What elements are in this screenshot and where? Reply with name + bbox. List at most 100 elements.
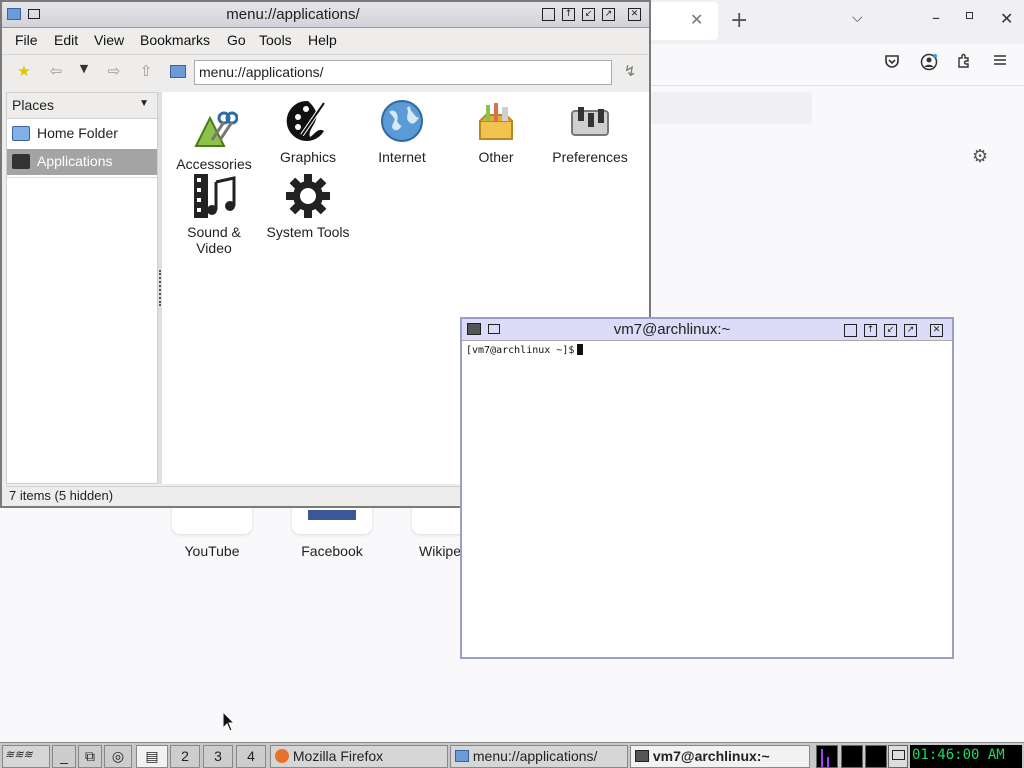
terminal-output[interactable]: [vm7@archlinux ~]$ (466, 343, 948, 653)
clock[interactable]: 01:46:00 AM (910, 745, 1022, 768)
facebook-logo-icon (308, 510, 356, 520)
task-file-manager[interactable]: menu://applications/ (450, 745, 628, 768)
text-cursor (577, 344, 584, 355)
home-folder-icon (12, 126, 30, 141)
maximize-icon[interactable]: ↗ (904, 324, 917, 337)
app-folder-accessories[interactable]: Accessories (167, 104, 261, 172)
menu-go[interactable]: Go (227, 32, 246, 48)
app-folder-preferences[interactable]: Preferences (543, 97, 637, 165)
menu-bar: File Edit View Bookmarks Go Tools Help (2, 28, 649, 53)
accessories-icon (194, 111, 238, 147)
app-folder-sound-video[interactable]: Sound & Video (167, 172, 261, 256)
app-label: Internet (378, 149, 426, 165)
desktop-pager-1-icon[interactable]: ▤ (136, 745, 168, 768)
terminal-window: vm7@archlinux:~ ↑ ↙ ↗ ✕ [vm7@archlinux ~… (460, 317, 954, 659)
app-label: Other (478, 149, 514, 165)
place-home-folder[interactable]: Home Folder (7, 121, 157, 147)
maximize-icon[interactable]: ↗ (602, 8, 615, 21)
graphics-icon (286, 100, 326, 141)
app-folder-internet[interactable]: Internet (355, 97, 449, 165)
list-tabs-chevron-icon[interactable]: ⌵ (852, 10, 863, 26)
close-icon[interactable]: ✕ (628, 8, 641, 21)
firefox-icon (275, 749, 289, 763)
window-maximize-icon[interactable] (966, 12, 973, 19)
extensions-icon[interactable] (953, 53, 975, 75)
iconify-icon[interactable]: ↙ (884, 324, 897, 337)
places-header-label: Places (12, 97, 55, 113)
app-folder-other[interactable]: Other (449, 97, 543, 165)
forward-icon[interactable]: ⇨ (104, 62, 124, 82)
top-site-label: Facebook (301, 543, 363, 559)
task-firefox[interactable]: Mozilla Firefox (270, 745, 448, 768)
firefox-tab[interactable] (648, 2, 718, 40)
minimize-all-icon[interactable]: _ (52, 745, 76, 768)
place-label: Home Folder (37, 125, 118, 141)
app-label: Preferences (552, 149, 628, 165)
system-tools-icon (286, 174, 330, 218)
memory-monitor-icon (841, 745, 863, 768)
location-input[interactable]: menu://applications/ (194, 60, 612, 85)
menu-view[interactable]: View (94, 32, 124, 48)
task-terminal[interactable]: vm7@archlinux:~ (630, 745, 810, 768)
app-label-line2: Video (196, 240, 232, 256)
menu-bookmarks[interactable]: Bookmarks (140, 32, 210, 48)
start-menu-icon[interactable]: ≋≋≋ (2, 745, 50, 768)
top-site-label: YouTube (184, 543, 240, 559)
window-close-icon[interactable]: ✕ (1000, 9, 1013, 28)
always-on-top-icon[interactable]: ↑ (562, 8, 575, 21)
app-folder-system-tools[interactable]: System Tools (261, 172, 355, 240)
pane-resize-handle[interactable] (159, 270, 161, 306)
fullscreen-icon[interactable] (542, 8, 555, 21)
menu-edit[interactable]: Edit (54, 32, 78, 48)
place-label: Applications (37, 153, 113, 169)
iconify-icon[interactable]: ↙ (582, 8, 595, 21)
menu-icon[interactable] (989, 53, 1011, 75)
mouse-pointer-icon (222, 711, 236, 732)
firefox-launcher-icon[interactable]: ◎ (104, 745, 132, 768)
window-minimize-icon[interactable]: – (932, 8, 940, 27)
pocket-icon[interactable] (881, 53, 903, 75)
tab-close-icon[interactable]: ✕ (690, 10, 703, 29)
task-label: menu://applications/ (472, 748, 598, 764)
desktop-3[interactable]: 3 (203, 745, 233, 768)
file-manager-titlebar[interactable]: menu://applications/ ↑ ↙ ↗ ✕ (2, 2, 649, 28)
back-icon[interactable]: ⇦ (46, 62, 66, 82)
taskbar: ≋≋≋ _ ⧉ ◎ ▤ 2 3 4 Mozilla Firefox menu:/… (0, 742, 1024, 768)
menu-help[interactable]: Help (308, 32, 337, 48)
account-icon[interactable] (918, 53, 940, 75)
shell-prompt: [vm7@archlinux ~]$ (466, 345, 575, 356)
settings-gear-icon[interactable]: ⚙ (972, 146, 988, 167)
history-dropdown-icon[interactable]: ▼ (74, 62, 94, 82)
menu-file[interactable]: File (15, 32, 38, 48)
folder-icon (455, 750, 469, 762)
desktop-2[interactable]: 2 (170, 745, 200, 768)
fullscreen-icon[interactable] (844, 324, 857, 337)
places-header[interactable]: Places ▼ (7, 93, 157, 119)
app-label: Graphics (279, 149, 337, 165)
app-label: Sound & (187, 224, 241, 240)
network-monitor-icon (865, 745, 887, 768)
firefox-urlbar[interactable] (650, 92, 812, 124)
sound-video-icon (194, 174, 236, 218)
new-tab-star-icon[interactable]: ★ (14, 62, 34, 82)
up-icon[interactable]: ⇧ (136, 62, 156, 82)
mail-icon[interactable] (888, 745, 908, 768)
new-tab-icon[interactable]: + (730, 8, 748, 33)
terminal-titlebar[interactable]: vm7@archlinux:~ ↑ ↙ ↗ ✕ (462, 319, 952, 341)
go-icon[interactable]: ↯ (620, 62, 640, 82)
place-applications[interactable]: Applications (7, 149, 157, 175)
window-title: menu://applications/ (226, 6, 360, 23)
desktop-4[interactable]: 4 (236, 745, 266, 768)
app-label: Accessories (176, 156, 252, 172)
preferences-icon (571, 107, 609, 136)
menu-tools[interactable]: Tools (259, 32, 292, 48)
cpu-monitor-icon (816, 745, 838, 768)
task-label: vm7@archlinux:~ (652, 748, 770, 764)
places-divider (7, 177, 157, 178)
always-on-top-icon[interactable]: ↑ (864, 324, 877, 337)
close-icon[interactable]: ✕ (930, 324, 943, 337)
window-list-icon[interactable]: ⧉ (78, 745, 102, 768)
places-sidebar: Places ▼ Home Folder Applications (6, 92, 158, 484)
chevron-down-icon[interactable]: ▼ (139, 98, 149, 109)
app-folder-graphics[interactable]: Graphics (261, 97, 355, 165)
